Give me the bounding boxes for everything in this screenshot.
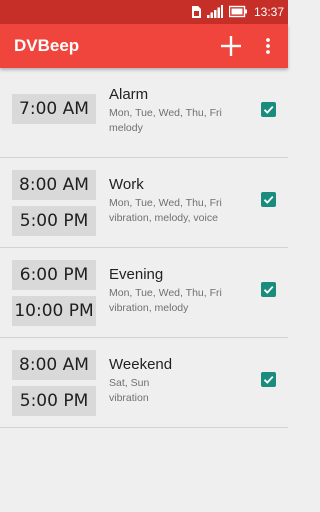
alarm-sound: vibration, melody, voice (109, 212, 218, 224)
alarm-row-evening[interactable]: 6:00 PM 10:00 PM Evening Mon, Tue, Wed, … (0, 248, 288, 338)
check-icon (263, 285, 274, 294)
alarm-sound: vibration (109, 392, 149, 404)
time-chip-start[interactable]: 8:00 AM (12, 350, 96, 380)
enable-checkbox[interactable] (261, 102, 276, 117)
add-alarm-button[interactable] (217, 32, 245, 60)
alarm-days: Mon, Tue, Wed, Thu, Fri (109, 107, 222, 119)
time-chip-end[interactable]: 10:00 PM (12, 296, 96, 326)
alarm-title: Weekend (109, 356, 173, 373)
alarm-row-alarm[interactable]: 7:00 AM Alarm Mon, Tue, Wed, Thu, Fri me… (0, 68, 288, 158)
plus-icon (221, 36, 241, 56)
signal-icon (207, 5, 223, 18)
time-chip-end[interactable]: 5:00 PM (12, 386, 96, 416)
check-icon (263, 105, 274, 114)
enable-checkbox[interactable] (261, 192, 276, 207)
enable-checkbox[interactable] (261, 282, 276, 297)
alarm-title: Alarm (109, 86, 149, 103)
enable-checkbox[interactable] (261, 372, 276, 387)
check-icon (263, 195, 274, 204)
alarm-list: 7:00 AM Alarm Mon, Tue, Wed, Thu, Fri me… (0, 68, 288, 428)
alarm-days: Sat, Sun (109, 377, 150, 389)
check-icon (263, 375, 274, 384)
alarm-days: Mon, Tue, Wed, Thu, Fri (109, 197, 222, 209)
app-title: DVBeep (14, 36, 80, 55)
sim-icon (192, 6, 201, 18)
status-bar: 13:37 (0, 0, 288, 24)
time-chip-start[interactable]: 8:00 AM (12, 170, 96, 200)
status-time: 13:37 (254, 5, 285, 19)
app-bar: DVBeep (0, 24, 288, 68)
alarm-title: Work (109, 176, 144, 193)
more-vert-icon (266, 38, 270, 54)
alarm-row-work[interactable]: 8:00 AM 5:00 PM Work Mon, Tue, Wed, Thu,… (0, 158, 288, 248)
time-chip[interactable]: 7:00 AM (12, 94, 96, 124)
battery-icon (229, 5, 247, 18)
alarm-sound: melody (109, 122, 143, 134)
alarm-days: Mon, Tue, Wed, Thu, Fri (109, 287, 222, 299)
alarm-row-weekend[interactable]: 8:00 AM 5:00 PM Weekend Sat, Sun vibrati… (0, 338, 288, 428)
alarm-title: Evening (109, 266, 164, 283)
time-chip-end[interactable]: 5:00 PM (12, 206, 96, 236)
alarm-sound: vibration, melody (109, 302, 189, 314)
time-chip-start[interactable]: 6:00 PM (12, 260, 96, 290)
overflow-menu-button[interactable] (260, 34, 276, 58)
